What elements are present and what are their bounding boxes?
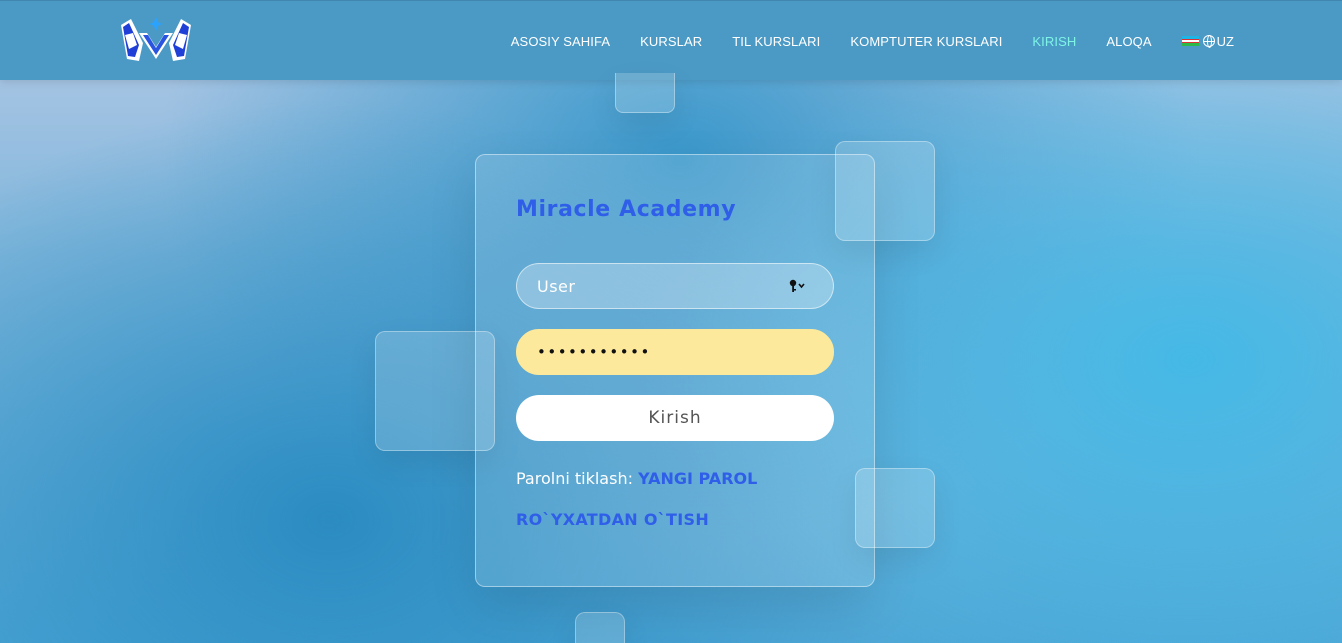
password-input[interactable] bbox=[516, 329, 834, 375]
login-button[interactable]: Kirish bbox=[516, 395, 834, 441]
nav-contact[interactable]: ALOQA bbox=[1106, 34, 1151, 49]
main-nav: ASOSIY SAHIFA KURSLAR TIL KURSLARI KOMPT… bbox=[481, 1, 1234, 81]
decorative-square bbox=[855, 468, 935, 548]
decorative-square bbox=[615, 73, 675, 113]
brand-title: Miracle Academy bbox=[516, 197, 737, 222]
language-code: UZ bbox=[1216, 33, 1234, 49]
key-icon[interactable] bbox=[788, 279, 808, 293]
password-reset-row: Parolni tiklash: YANGI PAROL bbox=[516, 469, 757, 488]
nav-courses[interactable]: KURSLAR bbox=[640, 34, 702, 49]
nav-computer-courses[interactable]: KOMPTUTER KURSLARI bbox=[850, 34, 1002, 49]
login-card: Miracle Academy Kirish Parolni tiklash: … bbox=[475, 154, 875, 587]
password-reset-label: Parolni tiklash: bbox=[516, 469, 633, 488]
nav-language-courses[interactable]: TIL KURSLARI bbox=[732, 34, 820, 49]
globe-icon bbox=[1202, 35, 1215, 48]
language-switcher[interactable]: UZ bbox=[1181, 33, 1234, 49]
decorative-square bbox=[575, 612, 625, 643]
new-password-link[interactable]: YANGI PAROL bbox=[638, 469, 757, 488]
nav-login[interactable]: KIRISH bbox=[1032, 34, 1076, 49]
nav-home[interactable]: ASOSIY SAHIFA bbox=[511, 34, 610, 49]
decorative-square bbox=[835, 141, 935, 241]
register-link[interactable]: RO`YXATDAN O`TISH bbox=[516, 510, 709, 529]
username-input[interactable] bbox=[516, 263, 834, 309]
uzbekistan-flag-icon bbox=[1181, 35, 1199, 47]
top-navbar: ASOSIY SAHIFA KURSLAR TIL KURSLARI KOMPT… bbox=[0, 0, 1342, 80]
academy-logo-icon[interactable] bbox=[119, 15, 193, 65]
